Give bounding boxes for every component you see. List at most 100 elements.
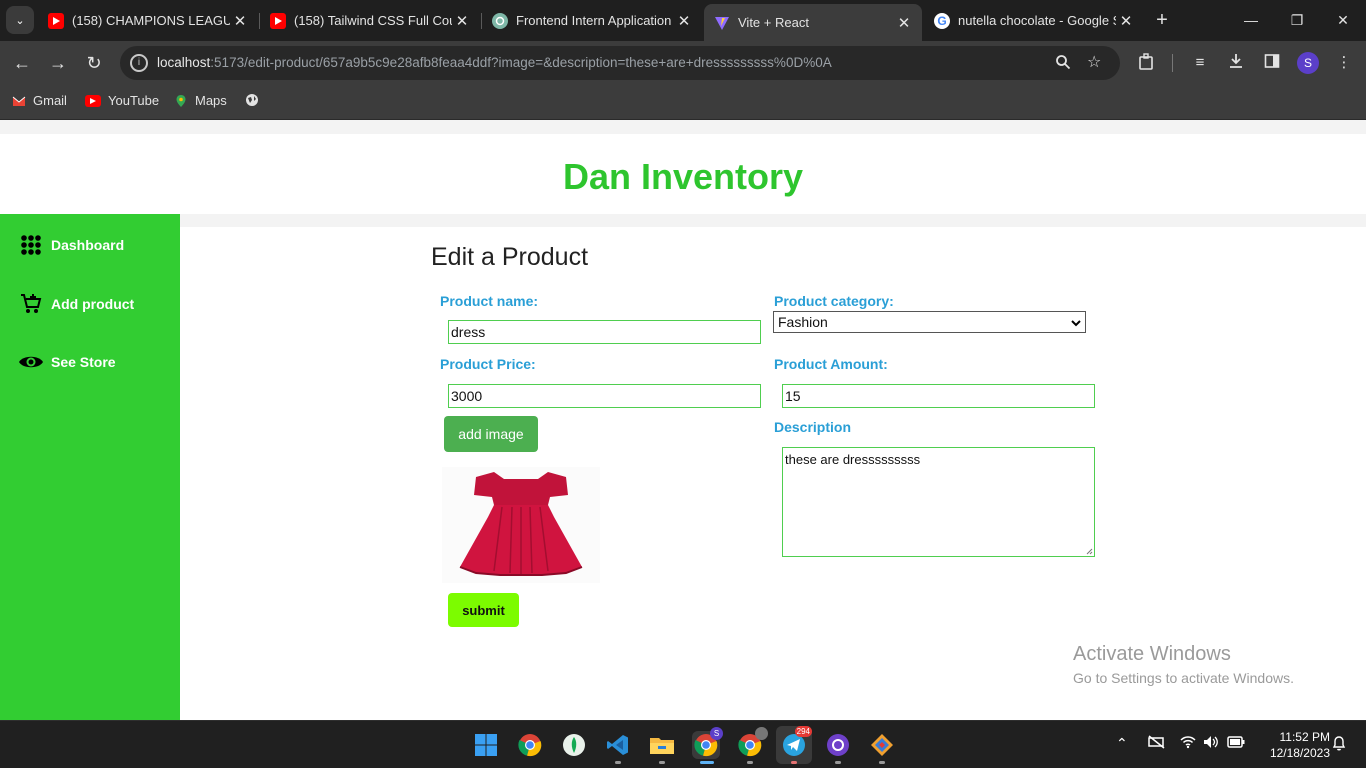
running-indicator bbox=[615, 761, 621, 764]
chevron-up-icon[interactable]: ⌃ bbox=[1116, 735, 1128, 752]
vite-icon bbox=[714, 15, 730, 31]
product-name-input[interactable]: dress bbox=[448, 320, 761, 344]
tab-title: nutella chocolate - Google S bbox=[958, 13, 1116, 28]
tab-search-button[interactable]: ⌄ bbox=[6, 6, 34, 34]
github-desktop-icon[interactable] bbox=[824, 731, 852, 759]
close-icon[interactable]: ✕ bbox=[674, 12, 694, 30]
zoom-search-icon[interactable] bbox=[1055, 54, 1071, 75]
forward-button[interactable]: → bbox=[46, 51, 70, 75]
arrow-left-icon: ← bbox=[13, 53, 31, 73]
tab-title: (158) CHAMPIONS LEAGUE bbox=[72, 13, 230, 28]
volume-icon[interactable] bbox=[1203, 735, 1219, 752]
bookmark-star-icon[interactable]: ☆ bbox=[1087, 52, 1101, 72]
bookmark-youtube[interactable]: YouTube bbox=[85, 93, 159, 108]
site-info-icon[interactable]: i bbox=[130, 54, 148, 72]
browser-tab-strip: ⌄ (158) CHAMPIONS LEAGUE ✕ (158) Tailwin… bbox=[0, 0, 1366, 41]
plus-icon: + bbox=[1156, 9, 1168, 31]
bookmark-gmail[interactable]: Gmail bbox=[12, 93, 67, 108]
close-icon[interactable]: ✕ bbox=[894, 14, 914, 32]
chrome-profile-taskbar-icon[interactable]: S bbox=[692, 727, 723, 759]
profile-avatar[interactable]: S bbox=[1297, 52, 1319, 74]
battery-icon[interactable] bbox=[1227, 735, 1245, 751]
vscode-icon[interactable] bbox=[604, 731, 632, 759]
minimize-button[interactable]: — bbox=[1228, 8, 1274, 32]
url-text[interactable]: localhost:5173/edit-product/657a9b5c9e28… bbox=[157, 55, 832, 70]
youtube-icon bbox=[270, 12, 286, 29]
youtube-icon bbox=[48, 12, 64, 29]
submit-button[interactable]: submit bbox=[448, 593, 519, 627]
bookmark-label: Gmail bbox=[33, 93, 67, 108]
tab-nutella-search[interactable]: G nutella chocolate - Google S ✕ bbox=[924, 6, 1144, 35]
selected-category: Fashion bbox=[778, 314, 828, 330]
product-category-label: Product category: bbox=[774, 293, 894, 309]
bookmark-globe[interactable] bbox=[245, 93, 266, 107]
clock-time: 11:52 PM bbox=[1279, 730, 1330, 744]
product-price-label: Product Price: bbox=[440, 356, 536, 372]
telegram-icon[interactable]: 294 bbox=[776, 726, 812, 764]
google-icon: G bbox=[934, 12, 950, 29]
add-image-button[interactable]: add image bbox=[444, 416, 538, 452]
unread-badge: 294 bbox=[794, 726, 812, 737]
new-tab-button[interactable]: + bbox=[1150, 8, 1174, 32]
sidebar: Dashboard Add product See Store bbox=[0, 214, 180, 720]
tab-frontend-intern[interactable]: Frontend Intern Application ✕ bbox=[482, 6, 702, 35]
sidebar-item-see-store[interactable]: See Store bbox=[18, 349, 116, 375]
running-indicator bbox=[835, 761, 841, 764]
sidebar-item-label: Dashboard bbox=[51, 237, 125, 253]
youtube-icon bbox=[85, 94, 101, 107]
battery-off-icon[interactable] bbox=[1148, 735, 1166, 752]
tab-title: Frontend Intern Application bbox=[516, 13, 672, 28]
description-label: Description bbox=[774, 419, 852, 435]
url-path: :5173/edit-product/657a9b5c9e28afb8feaa4… bbox=[210, 55, 832, 70]
product-category-select[interactable]: Fashion bbox=[773, 311, 1086, 333]
product-amount-input[interactable]: 15 bbox=[782, 384, 1095, 408]
windows-start-icon[interactable] bbox=[472, 731, 500, 759]
git-tool-icon[interactable] bbox=[868, 731, 896, 759]
url-host: localhost bbox=[157, 55, 211, 70]
browser-toolbar: ← → ↻ i localhost:5173/edit-product/657a… bbox=[0, 41, 1366, 85]
globe-icon bbox=[245, 93, 259, 107]
media-controls-icon[interactable]: ≡ bbox=[1190, 53, 1210, 73]
product-price-input[interactable]: 3000 bbox=[448, 384, 761, 408]
page-title: Edit a Product bbox=[431, 243, 589, 271]
notification-bell-icon[interactable] bbox=[1332, 735, 1346, 754]
restore-icon: ❐ bbox=[1290, 12, 1304, 28]
activate-windows-watermark: Activate Windows Go to Settings to activ… bbox=[1073, 643, 1294, 686]
clock-date: 12/18/2023 bbox=[1269, 746, 1330, 760]
reload-button[interactable]: ↻ bbox=[82, 51, 106, 75]
maps-icon bbox=[174, 94, 188, 108]
bookmark-maps[interactable]: Maps bbox=[174, 93, 227, 108]
avatar-badge-icon bbox=[755, 727, 768, 740]
system-clock[interactable]: 11:52 PM 12/18/2023 bbox=[1256, 729, 1330, 761]
sidebar-item-dashboard[interactable]: Dashboard bbox=[18, 232, 124, 258]
download-icon[interactable] bbox=[1226, 53, 1246, 73]
dress-image bbox=[442, 467, 600, 583]
extensions-icon[interactable] bbox=[1137, 53, 1157, 73]
menu-kebab-icon[interactable]: ⋮ bbox=[1334, 53, 1354, 73]
close-icon[interactable]: ✕ bbox=[230, 12, 250, 30]
chrome-taskbar-icon[interactable] bbox=[516, 731, 544, 759]
watermark-title: Activate Windows bbox=[1073, 643, 1231, 665]
tab-vite-react[interactable]: Vite + React ✕ bbox=[704, 4, 922, 41]
description-textarea[interactable]: these are dresssssssss bbox=[782, 447, 1095, 557]
running-indicator bbox=[879, 761, 885, 764]
tab-champions-league[interactable]: (158) CHAMPIONS LEAGUE ✕ bbox=[38, 6, 258, 35]
close-window-button[interactable]: ✕ bbox=[1320, 8, 1366, 32]
back-button[interactable]: ← bbox=[10, 51, 34, 75]
sidebar-item-label: See Store bbox=[51, 354, 116, 370]
eye-icon bbox=[18, 349, 44, 375]
address-bar[interactable]: i localhost:5173/edit-product/657a9b5c9e… bbox=[120, 46, 1120, 80]
chrome-alt-profile-icon[interactable] bbox=[736, 727, 768, 759]
mongodb-compass-icon[interactable] bbox=[560, 731, 588, 759]
sidebar-item-add-product[interactable]: Add product bbox=[18, 291, 134, 317]
file-explorer-icon[interactable] bbox=[648, 731, 676, 759]
product-image bbox=[442, 467, 600, 583]
resize-grip-icon[interactable] bbox=[1085, 547, 1093, 555]
toolbar-divider bbox=[1172, 54, 1173, 72]
wifi-icon[interactable] bbox=[1180, 735, 1196, 752]
close-icon[interactable]: ✕ bbox=[1116, 12, 1136, 30]
restore-button[interactable]: ❐ bbox=[1274, 8, 1320, 32]
tab-tailwind[interactable]: (158) Tailwind CSS Full Cours ✕ bbox=[260, 6, 480, 35]
side-panel-icon[interactable] bbox=[1262, 53, 1282, 73]
close-icon[interactable]: ✕ bbox=[452, 12, 472, 30]
